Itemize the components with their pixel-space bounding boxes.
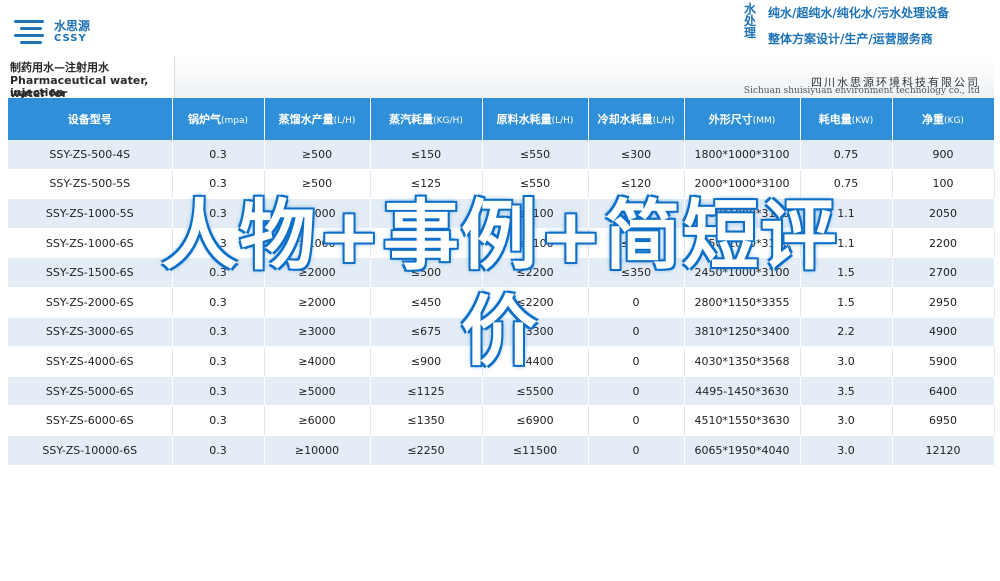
column-header: 蒸汽耗量(KG/H) bbox=[370, 98, 483, 140]
table-cell: 4510*1550*3630 bbox=[684, 405, 801, 436]
brand-vertical-label: 水处理 bbox=[743, 2, 756, 40]
table-cell: 900 bbox=[892, 140, 995, 170]
column-header-unit: (KG/H) bbox=[433, 116, 463, 126]
table-cell: 6400 bbox=[892, 376, 995, 407]
table-cell: ≥6000 bbox=[264, 405, 371, 436]
column-header: 冷却水耗量(L/H) bbox=[588, 98, 685, 140]
column-header-unit: (mpa) bbox=[220, 116, 249, 126]
column-header-label: 锅炉气 bbox=[187, 113, 221, 126]
table-cell: SSY-ZS-10000-6S bbox=[8, 435, 173, 466]
table-row: SSY-ZS-500-4S 0.3 ≥500 ≤150 ≤550 ≤300 1800*100… bbox=[8, 140, 995, 170]
table-cell: ≤1125 bbox=[370, 376, 483, 407]
title-band: 制药用水—注射用水 Pharmaceutical water, water fo… bbox=[8, 56, 994, 100]
column-header-unit: (L/H) bbox=[333, 116, 356, 126]
table-cell: 3.0 bbox=[800, 405, 893, 436]
overlay-caption: 人物+事例+简短评 价 bbox=[0, 188, 1000, 380]
table-cell: 12120 bbox=[892, 435, 995, 466]
column-header: 设备型号 bbox=[8, 98, 173, 140]
overlay-caption-line1: 人物+事例+简短评 bbox=[161, 191, 839, 280]
table-cell: 0.3 bbox=[172, 435, 265, 466]
table-cell: 0 bbox=[588, 405, 685, 436]
table-cell: ≤11500 bbox=[482, 435, 589, 466]
table-cell: 6950 bbox=[892, 405, 995, 436]
column-header: 蒸馏水产量(L/H) bbox=[264, 98, 371, 140]
column-header-label: 净重 bbox=[922, 113, 945, 126]
table-cell: 0.3 bbox=[172, 376, 265, 407]
company-banner: 四川水思源环境科技有限公司 Sichuan shuisiyuan environ… bbox=[174, 56, 994, 98]
column-header: 锅炉气(mpa) bbox=[172, 98, 265, 140]
column-header-label: 外形尺寸 bbox=[708, 113, 753, 126]
table-row: SSY-ZS-10000-6S 0.3 ≥10000 ≤2250 ≤11500 0 6065… bbox=[8, 435, 995, 466]
column-header-label: 耗电量 bbox=[818, 113, 852, 126]
column-header-unit: (L/H) bbox=[551, 116, 574, 126]
table-cell: SSY-ZS-6000-6S bbox=[8, 405, 173, 436]
table-cell: 0.3 bbox=[172, 405, 265, 436]
table-cell: ≤150 bbox=[370, 140, 483, 170]
column-header-unit: (MM) bbox=[752, 116, 776, 126]
table-cell: ≤550 bbox=[482, 140, 589, 170]
table-cell: 0.3 bbox=[172, 140, 265, 170]
column-header-unit: (KW) bbox=[851, 116, 874, 126]
table-cell: 0 bbox=[588, 376, 685, 407]
company-name-en: Sichuan shuisiyuan environment technolog… bbox=[743, 86, 980, 96]
table-cell: 0.75 bbox=[800, 140, 893, 170]
table-cell: 6065*1950*4040 bbox=[684, 435, 801, 466]
table-header-row: 设备型号 锅炉气(mpa) 蒸馏水产量(L/H) 蒸汽耗量(KG/H) 原料水耗量(L/… bbox=[8, 98, 995, 140]
column-header-unit: (L/H) bbox=[652, 116, 675, 126]
product-title: 制药用水—注射用水 Pharmaceutical water, water fo… bbox=[8, 56, 174, 100]
table-cell: 3.5 bbox=[800, 376, 893, 407]
logo-en: CSSY bbox=[54, 33, 87, 44]
table-row: SSY-ZS-6000-6S 0.3 ≥6000 ≤1350 ≤6900 0 4510*15… bbox=[8, 405, 995, 436]
logo-cn: 水思源 bbox=[54, 19, 91, 33]
brand-slogan-line2: 整体方案设计/生产/运营服务商 bbox=[768, 32, 933, 46]
table-cell: ≤6900 bbox=[482, 405, 589, 436]
column-header-label: 蒸馏水产量 bbox=[278, 113, 334, 126]
table-cell: 0 bbox=[588, 435, 685, 466]
column-header: 耗电量(KW) bbox=[800, 98, 893, 140]
column-header-label: 原料水耗量 bbox=[496, 113, 552, 126]
table-cell: ≤1350 bbox=[370, 405, 483, 436]
column-header-unit: (KG) bbox=[944, 116, 964, 126]
column-header-label: 冷却水耗量 bbox=[597, 113, 653, 126]
table-cell: SSY-ZS-5000-6S bbox=[8, 376, 173, 407]
column-header: 原料水耗量(L/H) bbox=[482, 98, 589, 140]
table-cell: ≥10000 bbox=[264, 435, 371, 466]
column-header: 外形尺寸(MM) bbox=[684, 98, 801, 140]
column-header-label: 设备型号 bbox=[67, 113, 112, 126]
company-logo: 水思源 CSSY bbox=[14, 16, 104, 50]
column-header: 净重(KG) bbox=[892, 98, 995, 140]
brand-slogan-line1: 纯水/超纯水/纯化水/污水处理设备 bbox=[768, 6, 950, 20]
table-cell: ≤300 bbox=[588, 140, 685, 170]
product-title-cn: 制药用水—注射用水 bbox=[10, 61, 109, 74]
overlay-caption-line2: 价 bbox=[461, 287, 539, 376]
table-cell: 3.0 bbox=[800, 435, 893, 466]
table-cell: ≤5500 bbox=[482, 376, 589, 407]
table-cell: ≥5000 bbox=[264, 376, 371, 407]
table-cell: 4495-1450*3630 bbox=[684, 376, 801, 407]
table-cell: ≤2250 bbox=[370, 435, 483, 466]
table-row: SSY-ZS-5000-6S 0.3 ≥5000 ≤1125 ≤5500 0 4495-14… bbox=[8, 376, 995, 407]
table-cell: SSY-ZS-500-4S bbox=[8, 140, 173, 170]
table-cell: 1800*1000*3100 bbox=[684, 140, 801, 170]
column-header-label: 蒸汽耗量 bbox=[389, 113, 434, 126]
water-logo-icon bbox=[14, 18, 48, 48]
table-cell: ≥500 bbox=[264, 140, 371, 170]
